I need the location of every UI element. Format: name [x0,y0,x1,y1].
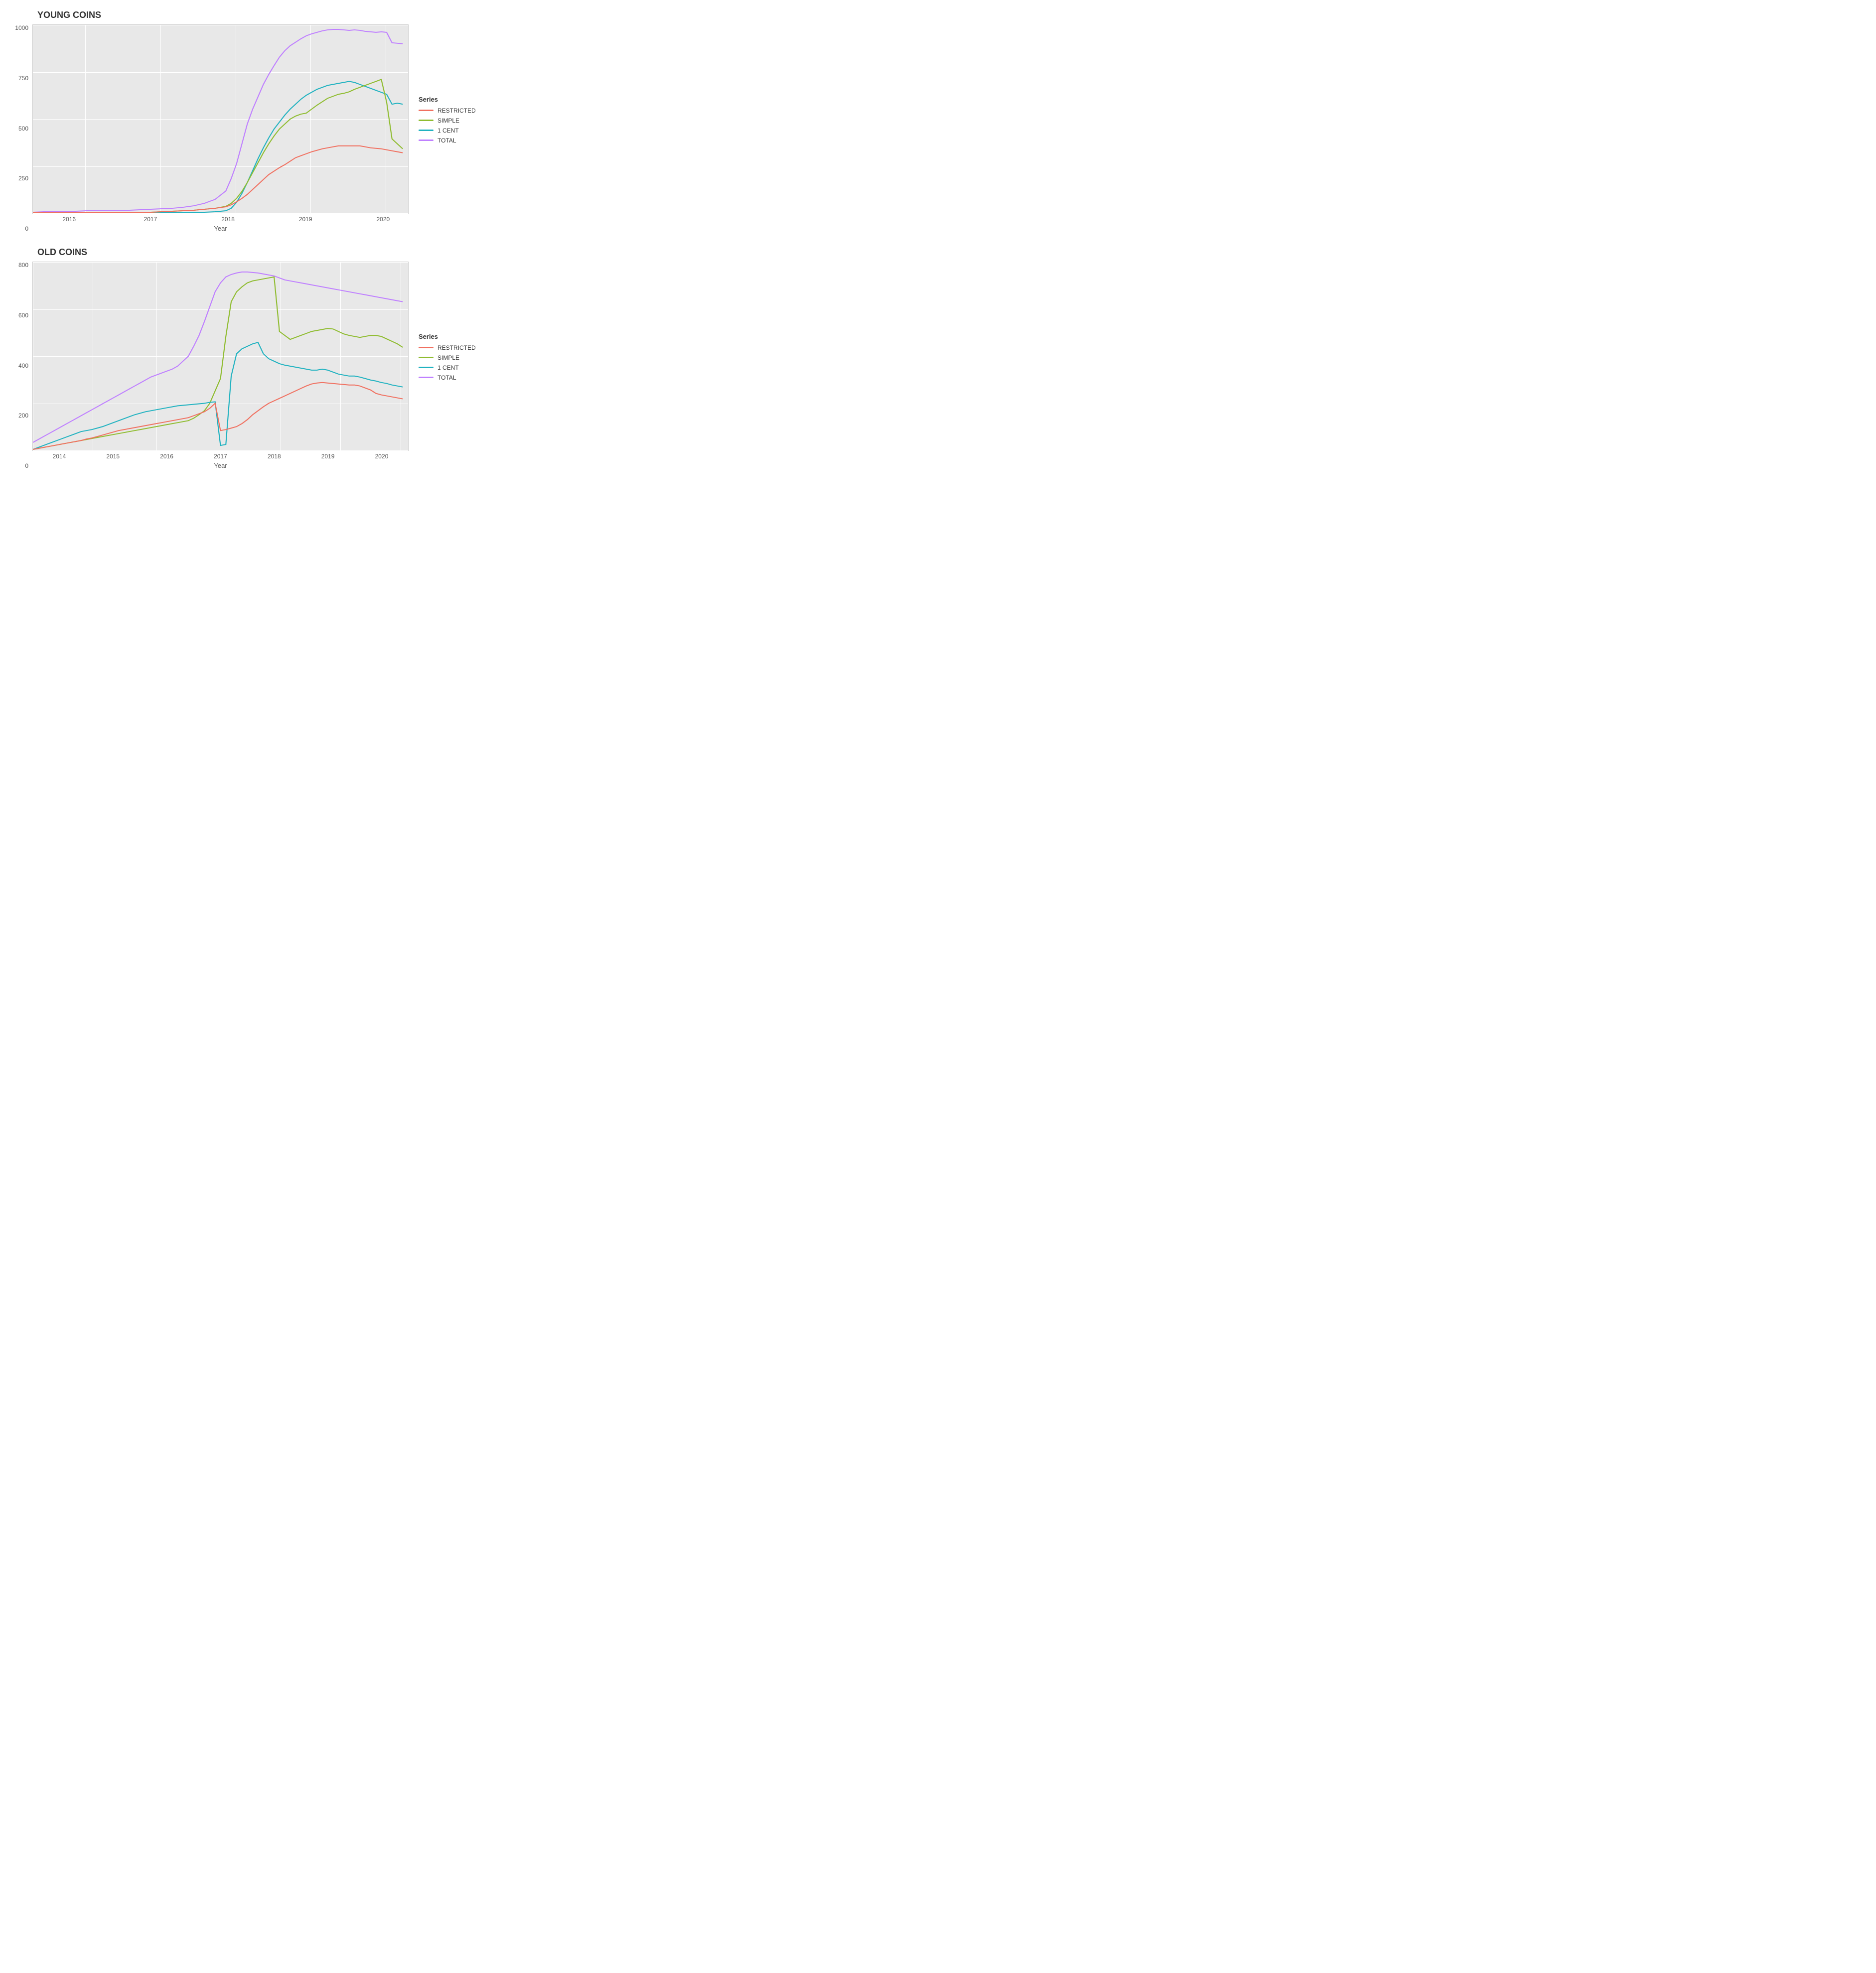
young-coins-x-axis: 2016 2017 2018 2019 2020 [32,214,409,223]
old-coins-title: OLD COINS [10,247,409,258]
young-coins-wrapper: YOUNG COINS 1000 750 500 250 0 [10,10,488,232]
old-coins-y-axis: 800 600 400 200 0 [10,262,32,469]
old-simple-legend-line [419,357,433,358]
1cent-legend-line [419,130,433,131]
old-coins-area: OLD COINS 800 600 400 200 0 [10,247,409,469]
old-1cent-legend-line [419,367,433,368]
old-coins-plot-area: 2014 2015 2016 2017 2018 2019 2020 Year [32,262,409,469]
young-coins-plot-bg [32,24,409,214]
old-legend-item-1cent: 1 CENT [419,364,478,371]
young-coins-legend-title: Series [419,96,478,103]
old-coins-legend-title: Series [419,333,478,340]
young-coins-title: YOUNG COINS [10,10,409,20]
young-coins-area: YOUNG COINS 1000 750 500 250 0 [10,10,409,232]
young-coins-plot-area: 2016 2017 2018 2019 2020 Year [32,24,409,232]
old-coins-plot-bg [32,262,409,451]
old-coins-x-axis: 2014 2015 2016 2017 2018 2019 2020 [32,451,409,460]
old-coins-legend: Series RESTRICTED SIMPLE 1 CENT TOTAL [409,247,488,469]
restricted-legend-line [419,110,433,111]
old-total-legend-line [419,377,433,378]
young-coins-inner: 1000 750 500 250 0 [10,24,409,232]
young-coins-svg [33,25,408,213]
young-coins-x-title: Year [32,223,409,232]
old-restricted-legend-line [419,347,433,348]
legend-item-restricted: RESTRICTED [419,107,478,114]
young-coins-legend: Series RESTRICTED SIMPLE 1 CENT TOTAL [409,10,488,232]
old-legend-item-total: TOTAL [419,374,478,381]
old-coins-inner: 800 600 400 200 0 [10,262,409,469]
old-legend-item-simple: SIMPLE [419,354,478,361]
old-coins-svg [33,262,408,450]
simple-legend-line [419,120,433,121]
old-legend-item-restricted: RESTRICTED [419,344,478,351]
legend-item-simple: SIMPLE [419,117,478,124]
old-coins-wrapper: OLD COINS 800 600 400 200 0 [10,247,488,469]
legend-item-1cent: 1 CENT [419,127,478,134]
young-coins-y-axis: 1000 750 500 250 0 [10,24,32,232]
old-coins-x-title: Year [32,460,409,469]
legend-item-total: TOTAL [419,137,478,144]
total-legend-line [419,140,433,141]
charts-container: YOUNG COINS 1000 750 500 250 0 [10,10,488,469]
